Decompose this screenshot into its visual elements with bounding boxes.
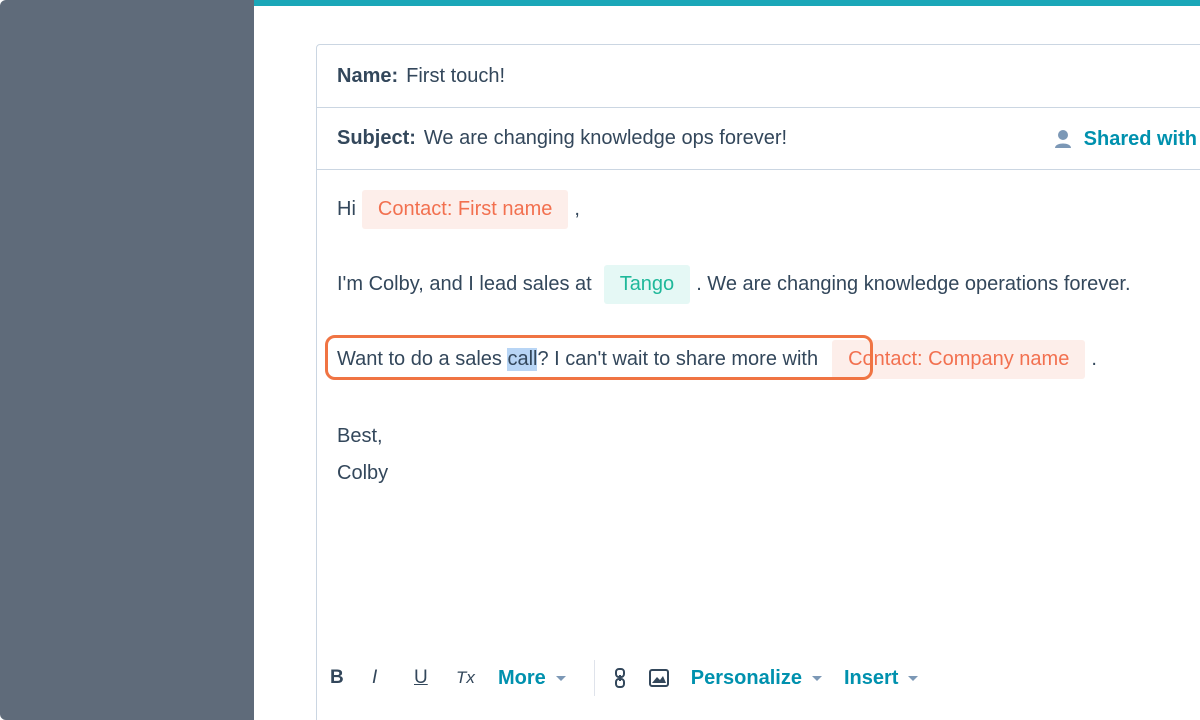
toolbar-divider: [593, 660, 595, 696]
greeting-comma: ,: [574, 198, 580, 220]
underline-button[interactable]: U: [414, 667, 434, 689]
shared-with-button[interactable]: Shared with: [1054, 108, 1197, 170]
insert-button[interactable]: Insert: [843, 666, 919, 690]
insert-label: Insert: [843, 666, 899, 689]
signature-text: Colby: [337, 462, 389, 484]
image-button[interactable]: [648, 669, 669, 687]
link-icon: [614, 668, 625, 688]
template-name-row[interactable]: Name: First touch!: [317, 45, 1200, 108]
bold-button[interactable]: B: [330, 667, 350, 689]
shared-with-label: Shared with: [1083, 127, 1197, 150]
subject-value[interactable]: We are changing knowledge ops forever!: [424, 127, 787, 150]
editor-toolbar: B I U Tx More Personalize Insert: [330, 656, 940, 700]
left-sidebar: [0, 0, 254, 720]
signoff-line: Best,: [337, 425, 383, 448]
signature-line: Colby: [337, 462, 388, 485]
italic-button[interactable]: I: [372, 667, 392, 689]
greeting-line: Hi Contact: First name ,: [337, 190, 580, 229]
chevron-down-icon: [811, 675, 822, 681]
intro-suffix: . We are changing knowledge operations f…: [696, 273, 1131, 295]
intro-prefix: I'm Colby, and I lead sales at: [337, 273, 592, 295]
token-contact-first-name[interactable]: Contact: First name: [361, 190, 569, 229]
chevron-down-icon: [908, 675, 919, 681]
subject-label: Subject:: [337, 127, 416, 149]
more-button[interactable]: More: [498, 667, 566, 690]
personalize-label: Personalize: [690, 666, 802, 689]
link-button[interactable]: [613, 668, 627, 688]
user-icon: [1054, 130, 1071, 148]
name-value[interactable]: First touch!: [406, 65, 505, 88]
chevron-down-icon: [555, 675, 566, 681]
more-label: More: [498, 666, 546, 689]
signoff-text: Best,: [337, 425, 383, 447]
highlight-outline: [325, 335, 873, 380]
cta-period: .: [1091, 348, 1097, 370]
image-icon: [648, 669, 669, 687]
token-company[interactable]: Tango: [603, 265, 691, 304]
personalize-button[interactable]: Personalize: [691, 667, 822, 690]
intro-line: I'm Colby, and I lead sales at Tango . W…: [337, 265, 1131, 304]
name-label: Name:: [337, 64, 399, 87]
email-body[interactable]: Hi Contact: First name , I'm Colby, and …: [337, 170, 1200, 640]
clear-format-button[interactable]: Tx: [456, 668, 476, 688]
greeting-text: Hi: [337, 198, 356, 220]
